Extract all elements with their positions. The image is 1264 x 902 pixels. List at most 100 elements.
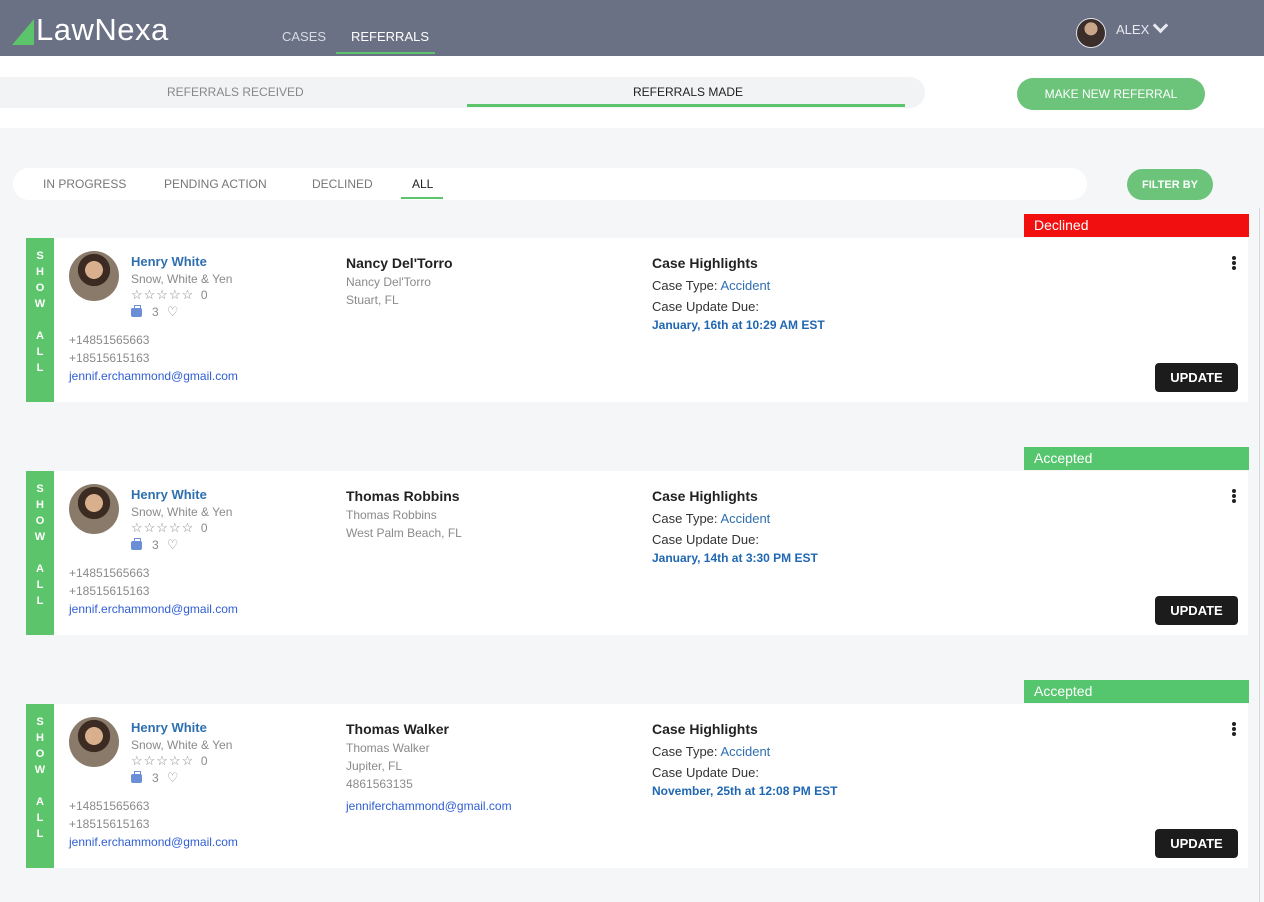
client-name: Nancy Del'Torro bbox=[346, 255, 453, 271]
rating-stars: ☆☆☆☆☆ 0 bbox=[131, 753, 209, 769]
lawyer-avatar[interactable] bbox=[69, 484, 119, 534]
rating-stars: ☆☆☆☆☆ 0 bbox=[131, 520, 209, 536]
show-all-letter: H bbox=[36, 266, 44, 278]
lawyer-phone: +18515615163 bbox=[69, 584, 150, 598]
show-all-letter: H bbox=[36, 732, 44, 744]
lawyer-phone: +14851565663 bbox=[69, 799, 150, 813]
lawyer-email-link[interactable]: jennif.erchammond@gmail.com bbox=[69, 602, 238, 616]
client-location: West Palm Beach, FL bbox=[346, 526, 462, 540]
case-update-due-date: January, 14th at 3:30 PM EST bbox=[652, 551, 818, 565]
briefcase-icon bbox=[131, 537, 142, 550]
lawyer-name-link[interactable]: Henry White bbox=[131, 720, 207, 735]
show-all-letter: O bbox=[35, 748, 45, 760]
referral-card: S H O W A L L Henry White Snow, White & … bbox=[26, 471, 1248, 635]
case-type-value[interactable]: Accident bbox=[720, 511, 770, 526]
lawyer-meta: 3 ♡ bbox=[131, 304, 178, 320]
lawyer-avatar[interactable] bbox=[69, 251, 119, 301]
logo-triangle-icon bbox=[12, 19, 34, 45]
user-avatar[interactable] bbox=[1076, 18, 1106, 48]
case-highlights-title: Case Highlights bbox=[652, 721, 758, 737]
star-icons: ☆☆☆☆☆ bbox=[131, 753, 195, 768]
briefcase-icon bbox=[131, 770, 142, 783]
client-subname: Thomas Robbins bbox=[346, 508, 437, 522]
show-all-letter: S bbox=[36, 250, 44, 262]
update-button[interactable]: UPDATE bbox=[1155, 363, 1238, 392]
case-type: Case Type: Accident bbox=[652, 511, 770, 526]
lawyer-phone: +18515615163 bbox=[69, 351, 150, 365]
client-phone: 4861563135 bbox=[346, 777, 413, 791]
case-update-due-label: Case Update Due: bbox=[652, 765, 759, 780]
lawyer-email-link[interactable]: jennif.erchammond@gmail.com bbox=[69, 369, 238, 383]
case-highlights-title: Case Highlights bbox=[652, 488, 758, 504]
show-all-letter: L bbox=[36, 595, 44, 607]
show-all-letter: S bbox=[36, 483, 44, 495]
star-icons: ☆☆☆☆☆ bbox=[131, 287, 195, 302]
filter-tab-declined[interactable]: DECLINED bbox=[312, 177, 373, 191]
rating-count: 0 bbox=[200, 521, 209, 535]
show-all-letter: S bbox=[36, 716, 44, 728]
case-type-label: Case Type: bbox=[652, 511, 718, 526]
show-all-letter: L bbox=[36, 579, 44, 591]
app-logo[interactable]: LawNexa bbox=[12, 12, 169, 47]
show-all-letter: L bbox=[36, 828, 44, 840]
client-email-link[interactable]: jenniferchammond@gmail.com bbox=[346, 799, 512, 813]
case-type-label: Case Type: bbox=[652, 278, 718, 293]
update-button[interactable]: UPDATE bbox=[1155, 829, 1238, 858]
rating-count: 0 bbox=[200, 288, 209, 302]
case-count: 3 bbox=[152, 538, 159, 552]
lawyer-name-link[interactable]: Henry White bbox=[131, 254, 207, 269]
update-button[interactable]: UPDATE bbox=[1155, 596, 1238, 625]
tab-referrals-received[interactable]: REFERRALS RECEIVED bbox=[167, 85, 304, 99]
lawyer-meta: 3 ♡ bbox=[131, 537, 178, 553]
show-all-letter: L bbox=[36, 346, 44, 358]
show-all-letter: A bbox=[36, 796, 44, 808]
heart-icon[interactable]: ♡ bbox=[167, 304, 179, 320]
filter-by-button[interactable]: FILTER BY bbox=[1127, 169, 1213, 200]
make-new-referral-button[interactable]: MAKE NEW REFERRAL bbox=[1017, 78, 1205, 110]
case-count: 3 bbox=[152, 771, 159, 785]
lawyer-phone: +18515615163 bbox=[69, 817, 150, 831]
briefcase-icon bbox=[131, 304, 142, 317]
show-all-letter: W bbox=[34, 764, 46, 776]
top-header: LawNexa CASES REFERRALS ALEX bbox=[0, 0, 1264, 56]
client-name: Thomas Robbins bbox=[346, 488, 460, 504]
filter-tab-in-progress[interactable]: IN PROGRESS bbox=[43, 177, 126, 191]
tab-referrals-made[interactable]: REFERRALS MADE bbox=[633, 85, 743, 99]
case-type-value[interactable]: Accident bbox=[720, 278, 770, 293]
lawyer-email-link[interactable]: jennif.erchammond@gmail.com bbox=[69, 835, 238, 849]
show-all-letter: A bbox=[36, 330, 44, 342]
show-all-letter: H bbox=[36, 499, 44, 511]
filter-tab-all[interactable]: ALL bbox=[412, 177, 433, 191]
scrollbar-track[interactable] bbox=[1259, 208, 1260, 902]
user-name[interactable]: ALEX bbox=[1116, 22, 1149, 37]
case-highlights-title: Case Highlights bbox=[652, 255, 758, 271]
heart-icon[interactable]: ♡ bbox=[167, 770, 179, 786]
case-update-due-label: Case Update Due: bbox=[652, 299, 759, 314]
nav-referrals[interactable]: REFERRALS bbox=[351, 29, 429, 44]
show-all-letter: W bbox=[34, 298, 46, 310]
referral-card: S H O W A L L Henry White Snow, White & … bbox=[26, 704, 1248, 868]
show-all-letter: L bbox=[36, 812, 44, 824]
filter-tab-pending-action[interactable]: PENDING ACTION bbox=[164, 177, 267, 191]
chevron-down-icon[interactable] bbox=[1152, 17, 1169, 34]
more-options-icon[interactable] bbox=[1232, 489, 1236, 503]
lawyer-name-link[interactable]: Henry White bbox=[131, 487, 207, 502]
lawyer-avatar[interactable] bbox=[69, 717, 119, 767]
case-type: Case Type: Accident bbox=[652, 744, 770, 759]
case-update-due-date: November, 25th at 12:08 PM EST bbox=[652, 784, 838, 798]
more-options-icon[interactable] bbox=[1232, 722, 1236, 736]
nav-cases[interactable]: CASES bbox=[282, 29, 326, 44]
client-subname: Thomas Walker bbox=[346, 741, 430, 755]
case-type-value[interactable]: Accident bbox=[720, 744, 770, 759]
lawyer-phone: +14851565663 bbox=[69, 333, 150, 347]
show-all-button[interactable]: S H O W A L L bbox=[26, 238, 54, 402]
more-options-icon[interactable] bbox=[1232, 256, 1236, 270]
lawyer-firm: Snow, White & Yen bbox=[131, 738, 233, 752]
show-all-button[interactable]: S H O W A L L bbox=[26, 704, 54, 868]
lawyer-firm: Snow, White & Yen bbox=[131, 505, 233, 519]
client-location: Jupiter, FL bbox=[346, 759, 403, 773]
show-all-button[interactable]: S H O W A L L bbox=[26, 471, 54, 635]
heart-icon[interactable]: ♡ bbox=[167, 537, 179, 553]
case-update-due-label: Case Update Due: bbox=[652, 532, 759, 547]
client-subname: Nancy Del'Torro bbox=[346, 275, 431, 289]
